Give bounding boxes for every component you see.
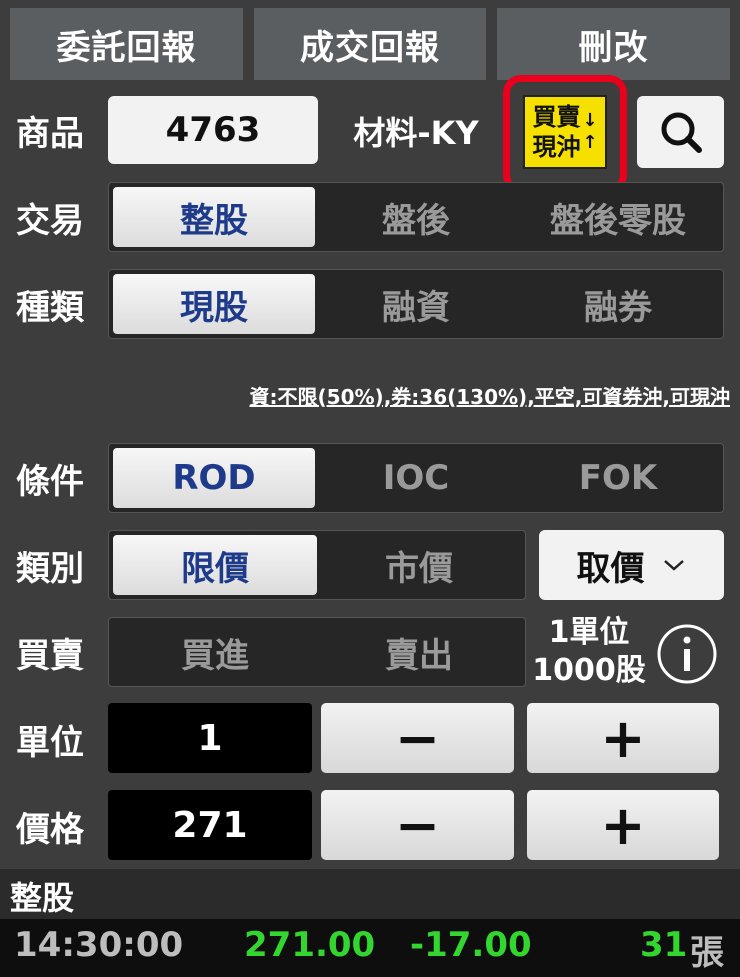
lot-size-info: 1單位 1000股 <box>528 612 650 692</box>
trade-option-board-lot[interactable]: 整股 <box>113 187 315 247</box>
unit-label: 單位 <box>16 722 84 763</box>
lot-size-shares: 1000股 <box>532 653 646 688</box>
kind-option-cash[interactable]: 現股 <box>113 274 315 334</box>
tab-order-report[interactable]: 委託回報 <box>10 8 243 80</box>
info-icon <box>657 624 717 684</box>
daytrade-badge-top: 買賣 <box>532 103 581 131</box>
ticker-time: 14:30:00 <box>14 925 184 965</box>
kind-label: 種類 <box>16 287 84 328</box>
price-label: 價格 <box>16 809 84 850</box>
ticker-header: 整股 <box>0 869 740 919</box>
trade-option-after-hours-odd-lot[interactable]: 盤後零股 <box>517 187 719 247</box>
ticker-change: -17.00 <box>410 925 532 965</box>
up-down-arrows-icon: ↓ ↑ <box>582 110 598 153</box>
search-icon <box>661 112 702 153</box>
ticker-title: 整股 <box>10 879 75 917</box>
condition-option-rod[interactable]: ROD <box>113 448 315 508</box>
price-source-label: 取價 <box>576 548 645 589</box>
price-type-option-limit[interactable]: 限價 <box>113 535 317 595</box>
side-option-sell[interactable]: 賣出 <box>317 622 521 682</box>
daytrade-badge-bottom: 現沖 <box>532 133 581 161</box>
ticker-quantity-unit: 張 <box>690 933 724 973</box>
ticker-quantity: 31 <box>640 925 688 965</box>
tab-fill-report[interactable]: 成交回報 <box>254 8 486 80</box>
kind-option-margin[interactable]: 融資 <box>315 274 517 334</box>
price-source-dropdown[interactable]: 取價 <box>539 530 724 600</box>
ticker-row: 14:30:00 271.00 -17.00 31 張 <box>0 919 740 977</box>
trade-segment: 整股 盤後 盤後零股 <box>108 182 724 252</box>
unit-quantity-input[interactable]: 1 <box>108 703 312 773</box>
unit-minus-button[interactable]: − <box>321 703 514 773</box>
info-button[interactable] <box>655 622 719 686</box>
side-label: 買賣 <box>16 635 84 676</box>
price-minus-button[interactable]: − <box>321 790 514 860</box>
trade-option-after-hours[interactable]: 盤後 <box>315 187 517 247</box>
unit-plus-button[interactable]: + <box>527 703 719 773</box>
ticker-price: 271.00 <box>244 925 376 965</box>
lot-size-unit: 1單位 <box>548 615 630 650</box>
price-input[interactable]: 271 <box>108 790 312 860</box>
daytrade-button[interactable]: 買賣 現沖 ↓ ↑ <box>523 95 607 169</box>
price-plus-button[interactable]: + <box>527 790 719 860</box>
chevron-down-icon <box>663 560 684 571</box>
price-type-segment: 限價 市價 <box>108 530 526 600</box>
side-segment: 買進 賣出 <box>108 617 526 687</box>
product-label: 商品 <box>16 113 84 154</box>
condition-segment: ROD IOC FOK <box>108 443 724 513</box>
price-type-option-market[interactable]: 市價 <box>317 535 521 595</box>
margin-info-note: 資:不限(50%),券:36(130%),平空,可資券沖,可現沖 <box>249 384 730 409</box>
trade-label: 交易 <box>16 200 84 241</box>
search-button[interactable] <box>637 96 724 168</box>
price-type-label: 類別 <box>16 548 84 589</box>
product-code-input[interactable]: 4763 <box>108 96 318 164</box>
condition-option-fok[interactable]: FOK <box>517 448 719 508</box>
kind-segment: 現股 融資 融券 <box>108 269 724 339</box>
kind-option-short[interactable]: 融券 <box>517 274 719 334</box>
product-name: 材料-KY <box>353 114 479 152</box>
tab-modify[interactable]: 刪改 <box>497 8 730 80</box>
condition-option-ioc[interactable]: IOC <box>315 448 517 508</box>
condition-label: 條件 <box>16 461 84 502</box>
side-option-buy[interactable]: 買進 <box>113 622 317 682</box>
